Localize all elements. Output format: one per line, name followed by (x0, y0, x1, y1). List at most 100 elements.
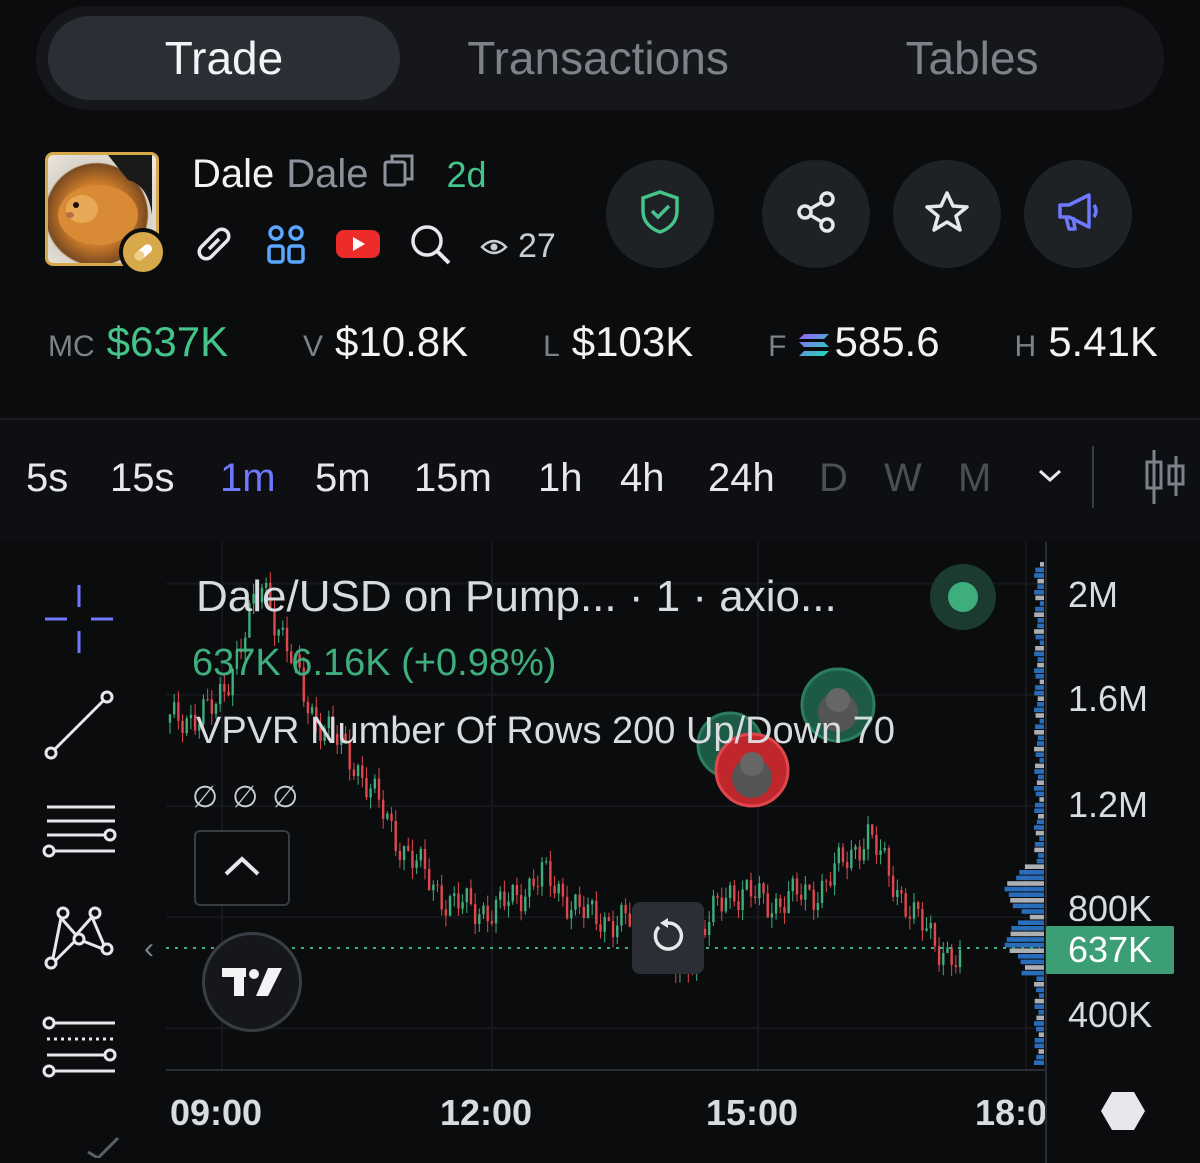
chart-canvas[interactable] (0, 542, 1200, 1163)
candle-body (223, 683, 226, 692)
trend-line-tool[interactable] (38, 686, 120, 768)
candle-body (361, 765, 364, 778)
timeframe-24h[interactable]: 24h (708, 456, 775, 501)
stat-holders: H 5.41K (1014, 318, 1158, 365)
candle-body (833, 863, 836, 886)
candle-body (929, 923, 932, 929)
candle-body (871, 824, 874, 835)
candle-body (457, 893, 460, 909)
volume-profile-bar (1007, 881, 1044, 886)
tab-tables[interactable]: Tables (796, 16, 1148, 100)
more-tools-icon[interactable] (86, 1128, 120, 1163)
chevron-left-icon[interactable]: ‹ (144, 932, 154, 966)
tab-trade[interactable]: Trade (48, 16, 400, 100)
security-shield-icon (639, 189, 681, 240)
candle-body (281, 627, 285, 630)
volume-profile-bar (1035, 791, 1044, 797)
candle-body (728, 885, 732, 898)
timeframe-1h[interactable]: 1h (538, 456, 583, 501)
candle-body (950, 947, 953, 966)
candle-body (804, 884, 807, 900)
timeframe-m[interactable]: M (958, 456, 991, 501)
volume-profile-bar (1018, 920, 1044, 925)
crosshair-tool[interactable] (38, 580, 120, 662)
candle-body (356, 765, 360, 777)
x-axis-tick: 18:0 (975, 1092, 1045, 1133)
token-name: Dale (286, 152, 369, 196)
candle-body (603, 917, 606, 932)
vpvr-indicator-label[interactable]: VPVR Number Of Rows 200 Up/Down 70 (196, 710, 895, 753)
share-button[interactable] (762, 160, 870, 268)
candle-body (218, 683, 222, 705)
volume-profile-bar (1021, 909, 1044, 914)
y-axis-tick: 400K (1068, 994, 1153, 1035)
legend-collapse-button[interactable] (194, 830, 290, 906)
crosshair-icon (43, 583, 115, 660)
candle-body (511, 885, 514, 902)
reset-chart-button[interactable] (632, 902, 704, 974)
pattern-icon (43, 901, 115, 978)
volume-profile-bar (1034, 847, 1044, 853)
token-links: 27 (192, 220, 556, 272)
candle-body (369, 788, 372, 798)
candle-body (917, 902, 920, 910)
search-icon[interactable] (408, 222, 452, 271)
tradingview-logo[interactable] (202, 932, 302, 1032)
candle-body (783, 906, 786, 914)
timeframe-1m[interactable]: 1m (220, 456, 276, 501)
volume-profile-bar (1038, 1010, 1044, 1015)
candle-body (753, 896, 757, 899)
chart-settings-icon[interactable] (1100, 1090, 1146, 1137)
candle-body (189, 714, 193, 719)
volume-profile-bar (1017, 954, 1044, 959)
candlestick-type-icon[interactable] (1140, 446, 1190, 513)
timeframe-15s[interactable]: 15s (110, 456, 175, 501)
youtube-icon[interactable] (336, 228, 380, 265)
volume-profile-bar (1037, 623, 1044, 629)
chart-legend-title[interactable]: Dale/USD on Pump... · 1 · axio... (196, 572, 837, 622)
token-stats: MC $637K V $10.8K L $103K F 585.6 H 5.41… (48, 312, 1158, 372)
candle-body (766, 893, 769, 918)
price-chart[interactable] (0, 542, 1200, 1163)
timeframe-d[interactable]: D (819, 456, 848, 501)
candle-body (912, 902, 916, 919)
y-axis-tick: 2M (1068, 574, 1119, 615)
timeframe-5m[interactable]: 5m (315, 456, 371, 501)
link-icon[interactable] (192, 222, 236, 271)
timeframe-4h[interactable]: 4h (620, 456, 665, 501)
trend-line-icon (43, 689, 115, 766)
timeframe-w[interactable]: W (884, 456, 922, 501)
timeframe-5s[interactable]: 5s (26, 456, 68, 501)
candle-body (820, 880, 824, 904)
promote-button[interactable] (1024, 160, 1132, 268)
volume-profile-bar (1038, 1049, 1044, 1054)
volume-profile-bar (1034, 825, 1044, 830)
y-axis-tick: 1.6M (1068, 678, 1149, 719)
candle-body (779, 898, 782, 907)
candle-body (724, 897, 728, 912)
candle-body (478, 914, 481, 925)
candle-body (925, 928, 928, 931)
tab-transactions[interactable]: Transactions (422, 16, 774, 100)
volume-profile-bar (1034, 842, 1044, 847)
community-icon[interactable] (264, 222, 308, 271)
candle-body (883, 848, 886, 851)
timeframe-15m[interactable]: 15m (414, 456, 492, 501)
horizontal-lines-tool[interactable] (38, 792, 120, 874)
volume-profile-bar (1034, 808, 1044, 813)
candle-body (749, 880, 753, 897)
candle-body (177, 702, 180, 721)
volume-profile-bar (1034, 786, 1044, 791)
copy-icon[interactable] (383, 152, 415, 197)
chart-legend-price: 637K 6.16K (+0.98%) (192, 642, 557, 684)
fib-tool[interactable] (38, 1008, 120, 1090)
favorite-button[interactable] (893, 160, 1001, 268)
candle-body (528, 878, 531, 897)
candle-body (875, 834, 878, 856)
chevron-down-icon[interactable] (1036, 466, 1064, 491)
candle-body (532, 878, 535, 887)
security-button[interactable] (606, 160, 714, 268)
pattern-tool[interactable] (38, 898, 120, 980)
volume-profile-bar (1020, 959, 1044, 965)
volume-profile-bar (1038, 993, 1044, 998)
